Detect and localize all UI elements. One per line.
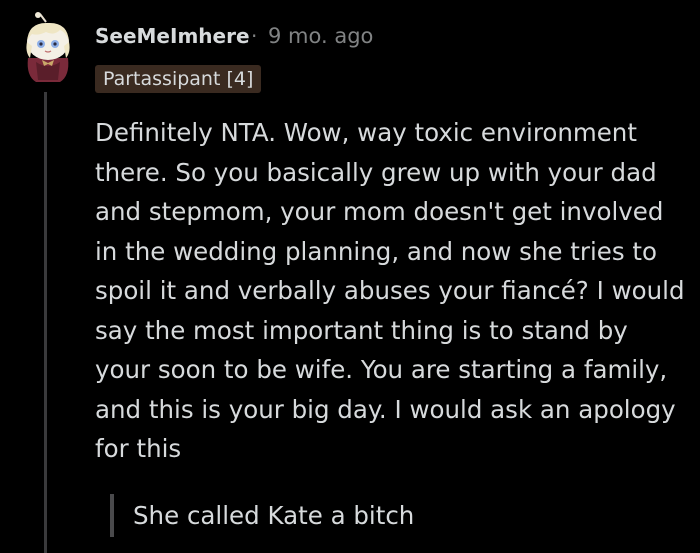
snoo-avatar-icon xyxy=(26,12,70,82)
username-link[interactable]: SeeMeImhere xyxy=(95,24,250,48)
thread-line[interactable] xyxy=(44,92,47,553)
comment-blockquote: She called Kate a bitch xyxy=(110,494,414,537)
comment-timestamp[interactable]: 9 mo. ago xyxy=(268,24,373,48)
user-flair: Partassipant [4] xyxy=(95,65,262,93)
meta-separator: · xyxy=(251,24,258,48)
user-avatar[interactable] xyxy=(16,12,80,84)
comment-body: Definitely NTA. Wow, way toxic environme… xyxy=(95,118,685,463)
